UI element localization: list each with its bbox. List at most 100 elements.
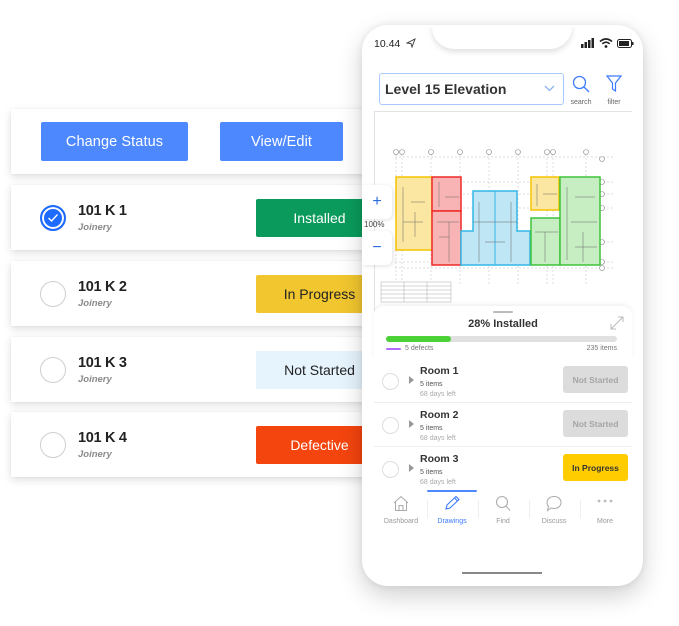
- item-category: Joinery: [78, 449, 112, 460]
- item-category: Joinery: [78, 298, 112, 309]
- tab-more[interactable]: More: [580, 495, 630, 525]
- item-category: Joinery: [78, 374, 112, 385]
- zoom-level-label: 100%: [364, 220, 385, 229]
- expand-caret-icon[interactable]: [409, 420, 414, 428]
- zone-red[interactable]: [431, 176, 462, 266]
- status-badge[interactable]: Not Started: [256, 351, 371, 389]
- status-time: 10.44: [374, 38, 401, 50]
- room-row[interactable]: Room 1 5 items 68 days left Not Started: [374, 359, 632, 403]
- room-list: Room 1 5 items 68 days left Not Started …: [374, 359, 632, 491]
- checkmark-icon: [48, 214, 59, 223]
- bulk-actions-card: Change Status View/Edit: [11, 109, 371, 174]
- sheet-grab-handle[interactable]: [493, 311, 513, 313]
- active-tab-indicator: [427, 490, 477, 492]
- expand-icon[interactable]: [610, 316, 624, 330]
- tab-find[interactable]: Find: [478, 495, 528, 525]
- expand-caret-icon[interactable]: [409, 376, 414, 384]
- zone-yellow-right[interactable]: [530, 176, 560, 211]
- wifi-icon: [599, 38, 613, 48]
- search-icon: [496, 496, 511, 511]
- progress-summary-sheet: 28% Installed 5 defects 235 items: [374, 306, 632, 358]
- view-edit-button[interactable]: View/Edit: [220, 122, 343, 161]
- item-name: 101 K 1: [78, 203, 127, 219]
- item-checkbox[interactable]: [40, 205, 66, 231]
- item-card[interactable]: 101 K 1 Joinery Installed: [11, 185, 371, 250]
- filter-label: filter: [607, 99, 621, 106]
- level-select-value: Level 15 Elevation: [385, 81, 507, 97]
- tab-dashboard[interactable]: Dashboard: [376, 495, 426, 525]
- room-row[interactable]: Room 2 5 items 68 days left Not Started: [374, 403, 632, 447]
- item-checkbox[interactable]: [40, 432, 66, 458]
- item-card[interactable]: 101 K 3 Joinery Not Started: [11, 337, 371, 402]
- home-icon: [393, 495, 409, 511]
- installed-percent-title: 28% Installed: [468, 318, 538, 330]
- filter-tool-button[interactable]: filter: [599, 75, 629, 106]
- tab-label: Drawings: [437, 518, 467, 525]
- item-name: 101 K 3: [78, 355, 127, 371]
- expand-caret-icon[interactable]: [409, 464, 414, 472]
- room-name: Room 3: [420, 453, 459, 465]
- item-checkbox[interactable]: [40, 357, 66, 383]
- item-name: 101 K 4: [78, 430, 127, 446]
- zone-blue[interactable]: [460, 190, 531, 266]
- item-name: 101 K 2: [78, 279, 127, 295]
- tab-label: Discuss: [541, 518, 567, 525]
- room-items: 5 items: [420, 381, 443, 388]
- status-badge[interactable]: Installed: [256, 199, 371, 237]
- floor-plan-svg: [380, 149, 613, 303]
- room-days-left: 68 days left: [420, 479, 456, 486]
- item-category: Joinery: [78, 222, 112, 233]
- location-arrow-icon: [406, 38, 416, 48]
- defects-label: 5 defects: [405, 345, 434, 352]
- chevron-down-icon: [544, 85, 555, 92]
- room-items: 5 items: [420, 469, 443, 476]
- phone-notch: [432, 25, 572, 49]
- room-days-left: 68 days left: [420, 435, 456, 442]
- installed-progress-bar: [386, 336, 617, 342]
- room-name: Room 2: [420, 409, 459, 421]
- status-badge[interactable]: Defective: [256, 426, 371, 464]
- phone-mockup: 10.44 Level 15 Elevation search filter +…: [362, 25, 643, 586]
- zoom-in-button[interactable]: +: [362, 185, 392, 219]
- defects-indicator: 5 defects: [386, 345, 433, 352]
- defect-color-bar: [386, 347, 401, 350]
- zone-yellow-left[interactable]: [395, 176, 433, 251]
- search-tool-button[interactable]: search: [566, 75, 596, 106]
- room-row[interactable]: Room 3 5 items 68 days left In Progress: [374, 447, 632, 491]
- tab-label: More: [597, 518, 613, 525]
- item-card[interactable]: 101 K 4 Joinery Defective: [11, 412, 371, 477]
- room-items: 5 items: [420, 425, 443, 432]
- room-status-badge[interactable]: Not Started: [563, 410, 628, 437]
- search-label: search: [570, 99, 592, 106]
- tab-label: Dashboard: [383, 518, 419, 525]
- change-status-button[interactable]: Change Status: [41, 122, 188, 161]
- level-select-dropdown[interactable]: Level 15 Elevation: [379, 73, 564, 105]
- item-card[interactable]: 101 K 2 Joinery In Progress: [11, 261, 371, 326]
- room-name: Room 1: [420, 365, 459, 377]
- zoom-controls: + 100% −: [362, 185, 392, 265]
- tab-discuss[interactable]: Discuss: [529, 495, 579, 525]
- zoom-out-button[interactable]: −: [362, 231, 392, 265]
- status-badge[interactable]: In Progress: [256, 275, 371, 313]
- room-checkbox[interactable]: [382, 373, 399, 390]
- room-checkbox[interactable]: [382, 461, 399, 478]
- status-icons: [581, 38, 634, 48]
- bottom-tab-bar: Dashboard Drawings Find Discuss More: [374, 490, 632, 528]
- room-status-badge[interactable]: In Progress: [563, 454, 628, 481]
- more-dots-icon: [597, 499, 613, 503]
- drawing-schedule-table: [380, 281, 452, 303]
- room-checkbox[interactable]: [382, 417, 399, 434]
- tab-label: Find: [496, 518, 510, 525]
- pencil-icon: [445, 495, 460, 510]
- battery-icon: [617, 38, 634, 48]
- floor-plan-drawing[interactable]: [374, 111, 632, 311]
- chat-bubble-icon: [546, 495, 562, 512]
- item-checkbox[interactable]: [40, 281, 66, 307]
- items-count: 235 items: [586, 345, 617, 352]
- room-days-left: 68 days left: [420, 391, 456, 398]
- search-icon: [572, 75, 590, 93]
- filter-icon: [605, 75, 623, 93]
- tab-drawings[interactable]: Drawings: [427, 495, 477, 525]
- room-status-badge[interactable]: Not Started: [563, 366, 628, 393]
- home-indicator: [462, 572, 542, 574]
